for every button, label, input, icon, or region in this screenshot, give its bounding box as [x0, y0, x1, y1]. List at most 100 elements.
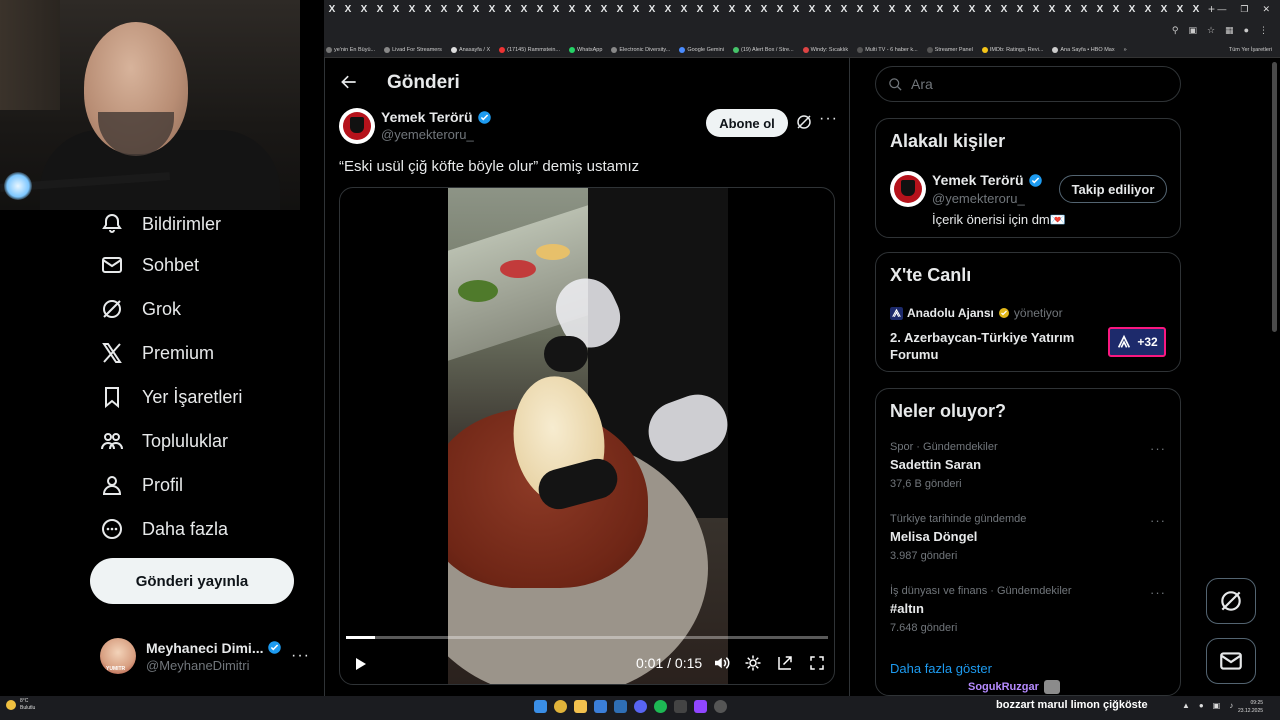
pip-icon[interactable] — [776, 654, 794, 672]
browser-tab[interactable]: X — [388, 4, 404, 15]
browser-tab[interactable]: X — [676, 4, 692, 15]
browser-tab[interactable]: X — [468, 4, 484, 15]
browser-tab[interactable]: X — [708, 4, 724, 15]
browser-tab[interactable]: X — [724, 4, 740, 15]
obs-icon[interactable] — [714, 700, 727, 713]
author-avatar[interactable] — [339, 108, 375, 144]
browser-tab[interactable]: X — [1108, 4, 1124, 15]
browser-tab[interactable]: X — [788, 4, 804, 15]
author-name-row[interactable]: Yemek Terörü — [381, 109, 492, 125]
browser-tab[interactable]: X — [932, 4, 948, 15]
browser-tab[interactable]: X — [372, 4, 388, 15]
browser-tab[interactable]: X — [740, 4, 756, 15]
all-bookmarks[interactable]: Tüm Yer İşaretleri — [1229, 47, 1280, 53]
spotify-icon[interactable] — [654, 700, 667, 713]
mic-icon[interactable]: ● — [1199, 701, 1204, 710]
nav-item-profile[interactable]: Profil — [100, 473, 183, 497]
browser-tab[interactable]: X — [1156, 4, 1172, 15]
discord-icon[interactable] — [634, 700, 647, 713]
bookmark-item[interactable]: Streamer Panel — [926, 46, 973, 53]
volume-icon[interactable] — [712, 654, 730, 672]
trend-item[interactable]: Spor · Gündemdekiler Sadettin Saran 37,6… — [890, 441, 1166, 490]
browser-tab[interactable]: X — [916, 4, 932, 15]
browser-tab[interactable]: X — [500, 4, 516, 15]
browser-tab[interactable]: X — [1076, 4, 1092, 15]
browser-tab[interactable]: X — [692, 4, 708, 15]
trend-item[interactable]: Türkiye tarihinde gündemde Melisa Döngel… — [890, 513, 1166, 562]
browser-tab[interactable]: X — [548, 4, 564, 15]
fullscreen-icon[interactable] — [808, 654, 826, 672]
show-more-link[interactable]: Daha fazla göster — [890, 661, 992, 676]
browser-tab[interactable]: X — [996, 4, 1012, 15]
browser-tab[interactable]: X — [836, 4, 852, 15]
subscribe-button[interactable]: Abone ol — [706, 109, 788, 137]
tray-up-icon[interactable]: ▲ — [1182, 701, 1190, 710]
search-input[interactable] — [911, 76, 1161, 92]
volume-icon[interactable]: ♪ — [1229, 701, 1233, 710]
trend-more-icon[interactable]: ··· — [1150, 441, 1166, 456]
search-box[interactable] — [875, 66, 1181, 102]
settings-gear-icon[interactable] — [744, 654, 762, 672]
browser-tab[interactable]: X — [820, 4, 836, 15]
zoom-icon[interactable]: ⚲ — [1172, 25, 1179, 36]
bookmark-item[interactable]: Google Gemini — [679, 46, 724, 53]
browser-tab[interactable]: X — [356, 4, 372, 15]
nav-item-chat[interactable]: Sohbet — [100, 253, 199, 277]
account-switcher[interactable]: Meyhaneci Dimi... @MeyhaneDimitri ··· — [100, 638, 310, 674]
browser-tab[interactable]: X — [1092, 4, 1108, 15]
bookmark-item[interactable]: Anasayfa / X — [450, 46, 490, 53]
menu-icon[interactable]: ⋮ — [1259, 25, 1268, 36]
browser-tab[interactable]: X — [324, 4, 340, 15]
browser-tab[interactable]: X — [1188, 4, 1204, 15]
browser-tab[interactable]: X — [1060, 4, 1076, 15]
nav-item-notifications[interactable]: Bildirimler — [100, 212, 221, 236]
grok-icon[interactable] — [795, 113, 813, 131]
trend-item[interactable]: İş dünyası ve finans · Gündemdekiler #al… — [890, 585, 1166, 634]
browser-tab[interactable]: X — [900, 4, 916, 15]
profile-icon[interactable]: ● — [1244, 25, 1249, 35]
browser-tab[interactable]: X — [612, 4, 628, 15]
nav-item-bookmarks[interactable]: Yer İşaretleri — [100, 385, 242, 409]
play-icon[interactable] — [352, 656, 368, 672]
browser-tab[interactable]: X — [1172, 4, 1188, 15]
browser-tab[interactable]: X — [580, 4, 596, 15]
trend-more-icon[interactable]: ··· — [1150, 513, 1166, 528]
weather-widget[interactable]: 8°C Bulutlu — [6, 698, 35, 712]
author-handle[interactable]: @yemekteroru_ — [381, 127, 474, 142]
browser-tab[interactable]: X — [452, 4, 468, 15]
bookmark-item[interactable]: (19) Alert Box / Stre... — [733, 46, 794, 53]
bookmark-item[interactable]: (17145) Rammstein... — [499, 46, 560, 53]
nav-item-premium[interactable]: Premium — [100, 341, 214, 365]
live-event-title[interactable]: 2. Azerbaycan-Türkiye Yatırım Forumu — [890, 329, 1100, 363]
close-icon[interactable]: ✕ — [1262, 4, 1270, 15]
page-scrollbar[interactable] — [1272, 62, 1277, 332]
browser-tab[interactable]: X — [1012, 4, 1028, 15]
bookmark-item[interactable]: ye'nin En Büyü... — [326, 46, 375, 53]
star-icon[interactable]: ☆ — [1207, 25, 1215, 36]
browser-tab[interactable]: X — [532, 4, 548, 15]
related-handle[interactable]: @yemekteroru_ — [932, 191, 1025, 206]
bookmark-item[interactable]: Windy: Sıcaklık — [802, 46, 848, 53]
browser-tab[interactable]: X — [852, 4, 868, 15]
browser-tab[interactable]: X — [1124, 4, 1140, 15]
new-tab-button[interactable]: + — [1208, 2, 1215, 16]
grok-fab[interactable] — [1206, 578, 1256, 624]
twitch-icon[interactable] — [694, 700, 707, 713]
chrome-icon[interactable] — [554, 700, 567, 713]
bookmark-item[interactable]: WhatsApp — [569, 46, 602, 53]
browser-tab[interactable]: X — [1028, 4, 1044, 15]
browser-tab[interactable]: X — [772, 4, 788, 15]
start-icon[interactable] — [534, 700, 547, 713]
browser-tab[interactable]: X — [564, 4, 580, 15]
browser-tab[interactable]: X — [660, 4, 676, 15]
bookmark-item[interactable]: Livad For Streamers — [384, 46, 442, 53]
clock[interactable]: 09:25 23.12.2025 — [1238, 699, 1263, 715]
app-icon[interactable] — [594, 700, 607, 713]
back-arrow-icon[interactable] — [339, 72, 359, 92]
bookmark-item[interactable]: IMDb: Ratings, Revi... — [981, 46, 1043, 53]
related-avatar[interactable] — [890, 171, 926, 207]
browser-tab[interactable]: X — [964, 4, 980, 15]
related-name-row[interactable]: Yemek Terörü — [932, 172, 1043, 188]
browser-tab[interactable]: X — [516, 4, 532, 15]
browser-tab[interactable]: X — [1140, 4, 1156, 15]
